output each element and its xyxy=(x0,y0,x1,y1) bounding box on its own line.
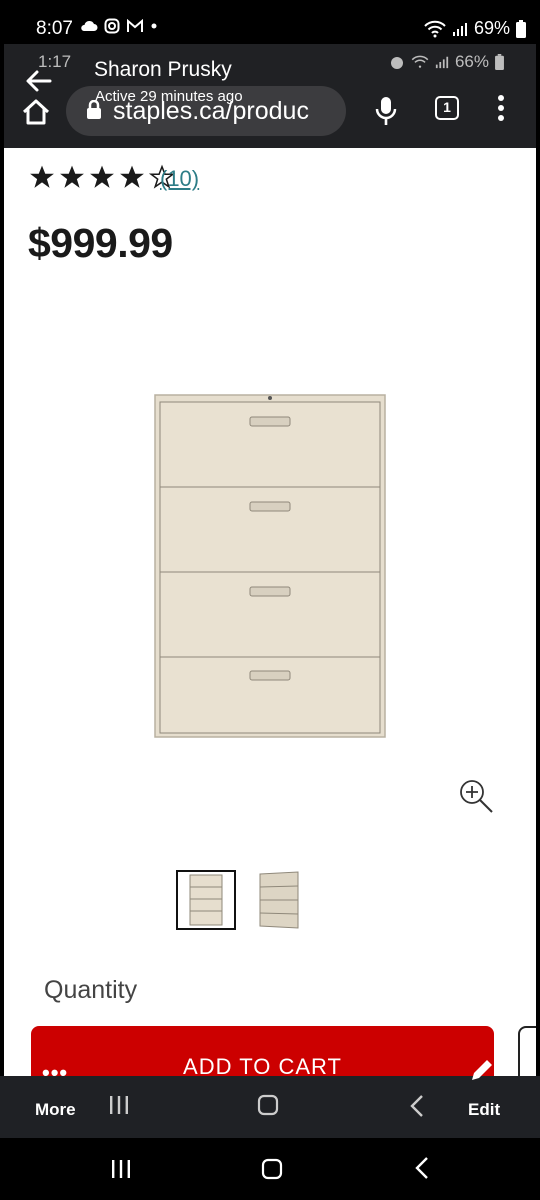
shared-screenshot: 1:17 66% staples.ca/produc 1 Sharon Prus… xyxy=(4,44,536,1076)
status-bar: 8:07 69% xyxy=(0,0,540,44)
thumbnail-front[interactable] xyxy=(176,870,236,930)
zoom-in-icon[interactable] xyxy=(458,778,494,814)
more-button[interactable]: More xyxy=(35,1100,76,1120)
signal-icon xyxy=(452,22,467,36)
wifi-icon xyxy=(424,20,446,37)
star-filled-icon xyxy=(60,165,84,188)
product-image[interactable] xyxy=(154,394,386,738)
edit-button[interactable]: Edit xyxy=(468,1100,500,1120)
star-rating[interactable] xyxy=(28,164,176,190)
cloud-icon xyxy=(81,20,98,31)
add-to-cart-button[interactable]: ADD TO CART xyxy=(31,1026,494,1076)
thumbnail-image xyxy=(189,874,223,926)
more-dots-icon: ••• xyxy=(42,1060,69,1085)
thumbnail-angle[interactable] xyxy=(254,870,302,930)
recents-icon[interactable] xyxy=(110,1158,132,1180)
wishlist-button[interactable] xyxy=(518,1026,536,1076)
pencil-icon xyxy=(472,1060,492,1080)
active-status: Active 29 minutes ago xyxy=(95,88,243,105)
home-nav-icon[interactable] xyxy=(261,1158,283,1180)
star-filled-icon xyxy=(90,165,114,188)
contact-name[interactable]: Sharon Prusky xyxy=(94,58,232,82)
instagram-icon xyxy=(104,18,120,34)
star-filled-icon xyxy=(120,165,144,188)
bottom-toolbar: ••• More Edit xyxy=(0,1060,540,1138)
battery-icon xyxy=(516,19,526,38)
back-arrow-icon[interactable] xyxy=(24,66,54,96)
home-nav-icon[interactable] xyxy=(257,1094,279,1116)
back-nav-icon[interactable] xyxy=(409,1094,425,1118)
battery-percent: 69% xyxy=(473,18,510,38)
review-count-link[interactable]: (10) xyxy=(160,166,199,192)
back-nav-icon[interactable] xyxy=(414,1156,430,1180)
recents-icon[interactable] xyxy=(108,1094,130,1116)
add-to-cart-label: ADD TO CART xyxy=(183,1054,342,1076)
product-price: $999.99 xyxy=(28,220,173,266)
system-status-icons: 69% xyxy=(424,18,526,39)
status-time: 8:07 xyxy=(36,18,73,39)
notification-icons xyxy=(80,18,158,34)
product-page: (10) $999.99 Quantity ADD TO CART xyxy=(4,148,536,1076)
gmail-icon xyxy=(127,19,143,32)
star-filled-icon xyxy=(30,165,54,188)
chat-header: Sharon Prusky Active 29 minutes ago xyxy=(4,44,536,154)
dot-icon xyxy=(151,23,157,29)
quantity-label: Quantity xyxy=(44,976,138,1004)
system-nav-bar xyxy=(0,1138,540,1200)
